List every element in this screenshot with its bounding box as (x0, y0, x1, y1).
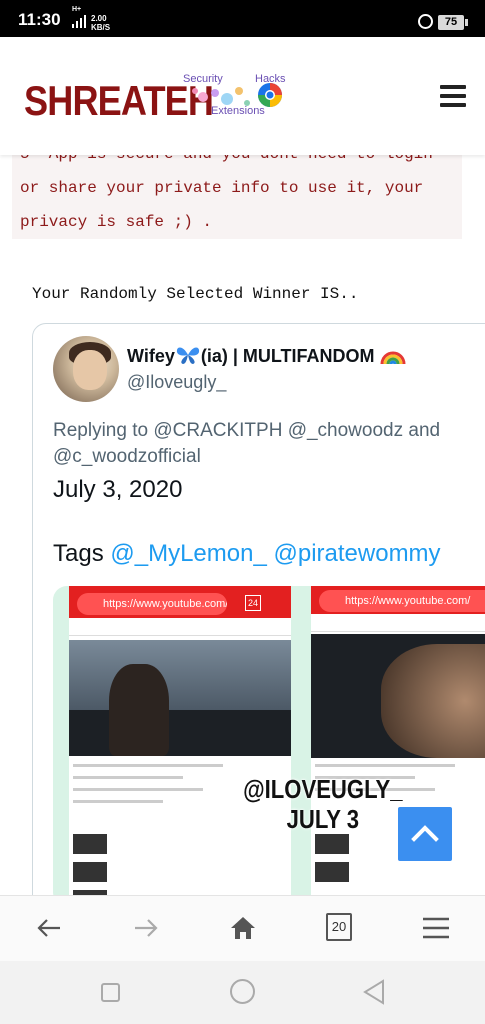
media-url-bar: https://www.youtube.com/ (319, 590, 485, 612)
tab-switcher-button[interactable]: 20 (326, 913, 352, 941)
home-button[interactable] (230, 979, 255, 1004)
logo-artwork: Security Hacks Extensions (183, 73, 301, 117)
logo-tag-hacks: Hacks (255, 73, 286, 85)
menu-bar (440, 94, 466, 98)
security-notice: 5- App is secure and you dont need to lo… (12, 155, 462, 239)
rotation-lock-icon (418, 14, 433, 29)
network-type: H+ (72, 6, 82, 13)
avatar[interactable] (53, 336, 119, 402)
browser-menu-icon[interactable] (421, 913, 451, 943)
butterfly-emoji-icon (176, 347, 199, 364)
media-video-frame (69, 640, 291, 756)
network-speed: 2.00 KB/S (91, 14, 111, 32)
back-triangle-icon[interactable] (362, 979, 386, 1005)
chevron-up-icon (411, 825, 439, 842)
tag-link[interactable]: @piratewommy (273, 540, 440, 567)
battery-icon: 75 (438, 15, 464, 30)
battery-tip (465, 19, 468, 26)
hamburger-menu-button[interactable] (440, 85, 466, 107)
display-name[interactable]: Wifey (ia) | MULTIFANDOM (127, 344, 406, 367)
tweet-tags: Tags @_MyLemon_ @piratewommy (53, 540, 441, 567)
scroll-to-top-button[interactable] (398, 807, 452, 861)
back-arrow-icon[interactable] (34, 913, 64, 943)
menu-bar (440, 85, 466, 89)
media-screenshot-1: https://www.youtube.com/wa 24 (69, 586, 291, 895)
page-content: 5- App is secure and you dont need to lo… (0, 155, 485, 895)
tweet-date: July 3, 2020 (53, 476, 183, 503)
menu-bar (440, 103, 466, 107)
rainbow-emoji-icon (380, 351, 406, 365)
replying-to: Replying to @CRACKITPH @_chowoodz and @c… (53, 420, 441, 467)
media-url-bar: https://www.youtube.com/wa (77, 593, 227, 615)
home-icon[interactable] (228, 913, 258, 943)
signal-icon (72, 15, 86, 28)
notice-line: 5- App is secure and you dont need to lo… (20, 155, 454, 171)
winner-heading: Your Randomly Selected Winner IS.. (32, 285, 359, 303)
logo-tag-extensions: Extensions (211, 105, 265, 117)
forward-arrow-icon[interactable] (131, 913, 161, 943)
media-watermark: @ILOVEUGLY_ JULY 3 (243, 774, 403, 834)
status-time: 11:30 (18, 10, 61, 29)
site-header: SHREATEH Security Hacks Extensions (0, 37, 485, 155)
notice-line: or share your private info to use it, yo… (20, 179, 424, 197)
media-tab-count: 24 (245, 595, 261, 611)
browser-toolbar (0, 895, 485, 961)
logo-tag-security: Security (183, 73, 223, 85)
recents-button[interactable] (101, 983, 120, 1002)
system-navigation-bar (0, 961, 485, 1024)
notice-line: privacy is safe ;) . (20, 213, 213, 231)
handle[interactable]: @Iloveugly_ (127, 372, 226, 393)
tag-link[interactable]: @_MyLemon_ (110, 540, 266, 567)
